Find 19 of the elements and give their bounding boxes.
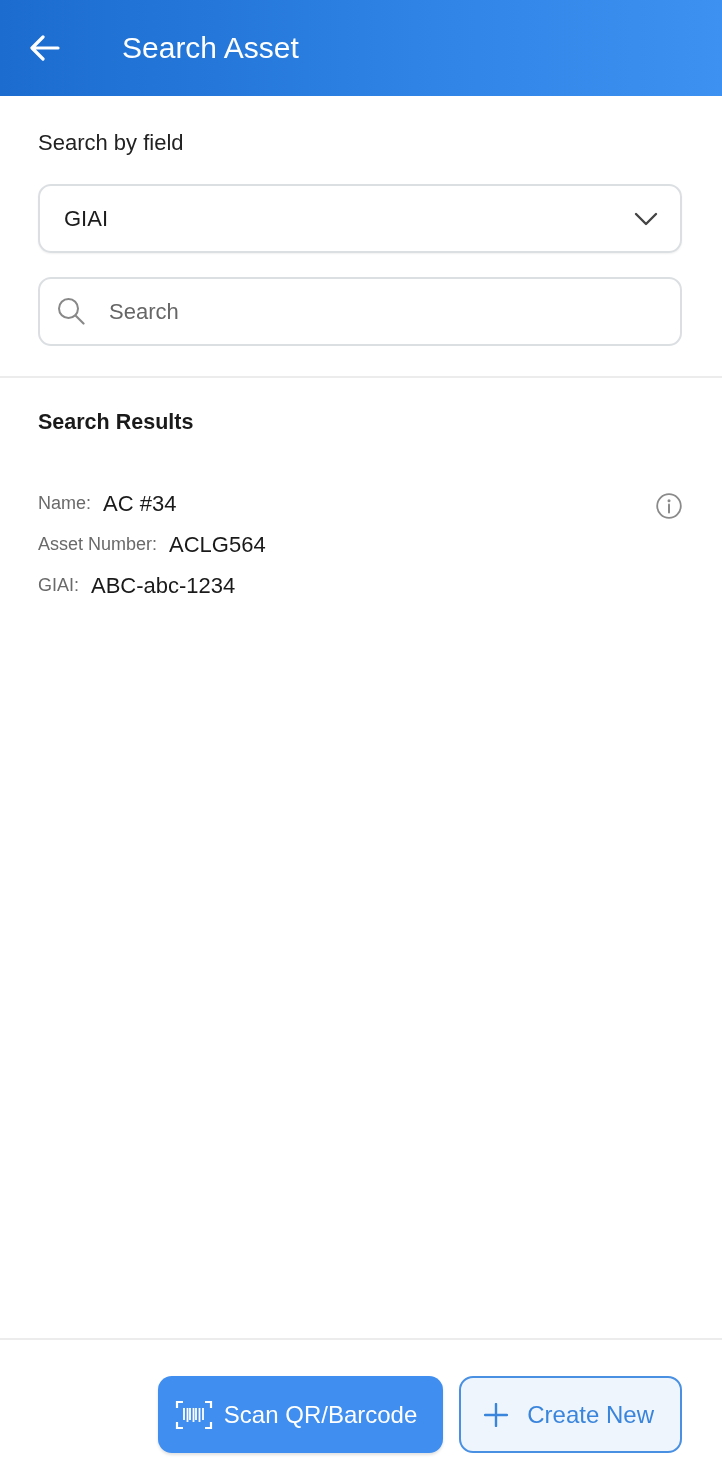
search-field[interactable]: Search: [38, 277, 682, 346]
field-value: AC #34: [103, 490, 177, 517]
create-new-button[interactable]: Create New: [459, 1376, 682, 1453]
plus-icon: [484, 1402, 509, 1427]
page-title: Search Asset: [122, 30, 299, 66]
info-icon[interactable]: [656, 493, 682, 519]
chevron-down-icon: [634, 211, 658, 226]
field-label: Asset Number:: [38, 534, 158, 555]
search-icon: [57, 297, 85, 325]
field-dropdown[interactable]: GIAI: [38, 184, 682, 253]
barcode-scan-icon: [174, 1399, 213, 1430]
field-value: ACLG564: [169, 531, 266, 558]
back-arrow-icon[interactable]: [30, 35, 60, 61]
field-label: Name:: [38, 493, 91, 514]
field-label: GIAI:: [38, 575, 79, 596]
field-label: Search by field: [38, 129, 184, 157]
section-heading: Search Results: [38, 409, 194, 436]
scan-button[interactable]: Scan QR/Barcode: [157, 1376, 444, 1453]
field-value: ABC-abc-1234: [91, 572, 236, 599]
